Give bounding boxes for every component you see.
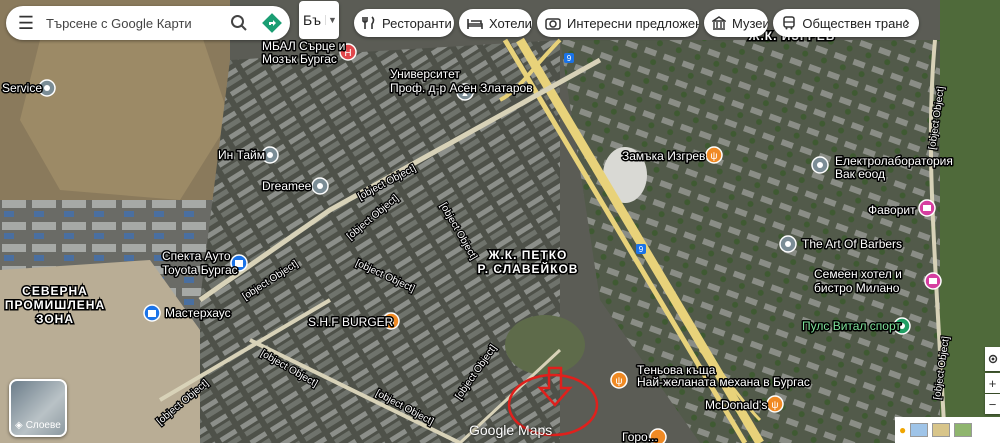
poi-label: бистро Милано <box>814 281 900 295</box>
poi-label: Ин Тайм <box>218 148 265 162</box>
hotel-pin[interactable] <box>924 272 942 290</box>
route-shield: 9 <box>564 53 574 63</box>
museum-icon <box>712 15 726 31</box>
district-label: Р. СЛАВЕЙКОВ <box>478 261 579 276</box>
poi-label: Dreamee <box>262 179 312 193</box>
bus-icon <box>781 15 796 31</box>
place-pin[interactable] <box>811 156 829 174</box>
zoom-in-button[interactable]: + <box>985 373 1000 393</box>
crosshair-icon <box>988 354 997 364</box>
svg-text:9: 9 <box>639 245 644 254</box>
chip-label: Хотели <box>489 15 532 31</box>
svg-text:ψ: ψ <box>771 400 778 411</box>
poi-label: Мастерхаус <box>165 306 231 320</box>
residential-blocks <box>200 40 560 443</box>
shopping-pin[interactable] <box>143 304 161 322</box>
zoom-out-button[interactable]: − <box>985 394 1000 414</box>
hotel-pin[interactable] <box>918 199 936 217</box>
poi-label: Мозък Бургас <box>262 52 337 66</box>
chip-things-to-do[interactable]: Интересни предложени... <box>537 9 699 37</box>
svg-text:H: H <box>344 48 351 59</box>
park-area <box>505 315 585 375</box>
poi-label: Пулс Витал спорт <box>802 319 901 333</box>
poi-label: McDonald's <box>705 398 767 412</box>
restaurant-pin[interactable]: ψ <box>610 371 628 389</box>
minus-icon: − <box>988 396 997 412</box>
chevron-right-icon[interactable]: › <box>895 9 919 37</box>
poi-label: Спекта Ауто <box>162 249 231 263</box>
poi-label: Фаворит <box>868 203 916 217</box>
layers-label-row: ◈ Слоеве <box>15 420 61 431</box>
poi-label: Проф. д-р Асен Златаров <box>390 81 533 95</box>
place-pin[interactable] <box>311 177 329 195</box>
directions-icon[interactable] <box>254 6 290 40</box>
menu-icon[interactable]: ☰ <box>6 6 46 40</box>
layers-label: Слоеве <box>25 420 61 431</box>
fork-knife-icon <box>362 15 376 31</box>
imagery-thumbnail[interactable] <box>932 423 951 437</box>
district-label: ЗОНА <box>36 312 74 326</box>
layers-button[interactable]: ◈ Слоеве <box>9 379 67 437</box>
poi-label: Семеен хотел и <box>814 267 902 281</box>
input-language-button[interactable]: Бъ ▼ <box>299 1 339 39</box>
district-label: СЕВЕРНА <box>22 284 88 298</box>
bed-icon <box>467 15 483 31</box>
my-location-button[interactable] <box>985 347 1000 371</box>
svg-text:ψ: ψ <box>710 151 717 162</box>
poi-label: МБАЛ Сърце и <box>262 39 345 53</box>
poi-label: Service <box>2 81 42 95</box>
chip-label: Музеи <box>732 15 768 31</box>
route-shield: 9 <box>636 244 646 254</box>
input-language-label: Бъ <box>303 12 321 28</box>
chip-hotels[interactable]: Хотели <box>459 9 532 37</box>
poi-label: Най-желаната механа в Бургас <box>637 375 810 389</box>
poi-label: S.H.F BURGER <box>308 315 394 329</box>
search-box[interactable]: ☰ Търсене с Google Карти <box>6 6 290 40</box>
poi-label: Горо... <box>622 430 658 443</box>
poi-label: Вак еоод <box>835 167 885 181</box>
chip-label: Интересни предложени... <box>567 15 699 31</box>
chip-label: Ресторанти <box>382 15 452 31</box>
chevron-down-icon[interactable]: ▼ <box>325 15 339 25</box>
google-maps-logo: Google Maps <box>469 422 553 438</box>
chip-museums[interactable]: Музеи <box>704 9 768 37</box>
bottom-toolbar: ● <box>895 417 1000 443</box>
district-label: ПРОМИШЛЕНА <box>5 298 105 312</box>
district-label: Ж.К. ПЕТКО <box>488 248 568 262</box>
satellite-map[interactable]: 9 9 [object Object] [object Object] [obj… <box>0 0 1000 443</box>
poi-label: Университет <box>390 67 460 81</box>
search-icon[interactable] <box>224 6 254 40</box>
place-pin[interactable] <box>779 235 797 253</box>
chip-label: Обществен транс <box>802 15 909 31</box>
poi-label: Електролаборатория <box>835 154 953 168</box>
svg-text:ψ: ψ <box>615 376 622 387</box>
svg-text:9: 9 <box>567 54 572 63</box>
poi-label: Toyota Бургас <box>162 263 238 277</box>
imagery-thumbnail[interactable] <box>910 423 929 437</box>
poi-label: Замъка Изгрев <box>622 149 705 163</box>
chip-restaurants[interactable]: Ресторанти <box>354 9 454 37</box>
camera-icon <box>545 15 561 31</box>
search-input[interactable]: Търсене с Google Карти <box>46 16 224 31</box>
poi-label: The Art Of Barbers <box>802 237 902 251</box>
layers-icon: ◈ <box>15 420 23 431</box>
plus-icon: + <box>988 375 997 391</box>
imagery-thumbnail[interactable] <box>954 423 973 437</box>
pegman-icon[interactable]: ● <box>899 423 906 437</box>
restaurant-pin[interactable]: ψ <box>766 395 784 413</box>
restaurant-pin[interactable]: ψ <box>705 146 723 164</box>
